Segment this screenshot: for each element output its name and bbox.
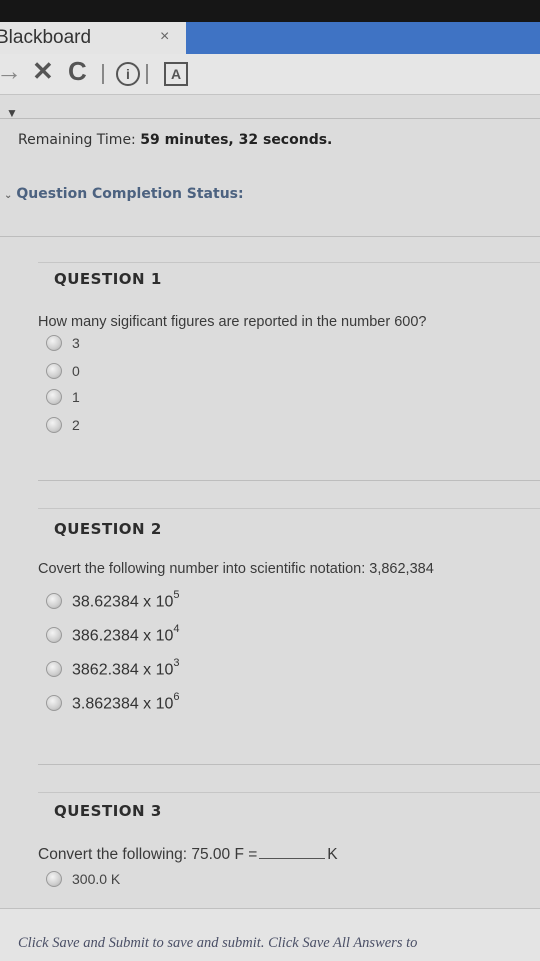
radio-button[interactable] xyxy=(46,871,62,887)
question-3-text: Convert the following: 75.00 F = K xyxy=(38,846,338,864)
option-label: 2 xyxy=(72,417,80,433)
answer-blank xyxy=(259,846,326,859)
question-1-title: QUESTION 1 xyxy=(54,270,162,288)
radio-button[interactable] xyxy=(46,695,62,711)
question-3-unit: K xyxy=(327,846,338,863)
question-1-option[interactable]: 3 xyxy=(46,332,80,354)
completion-status-toggle[interactable]: ⌄ Question Completion Status: xyxy=(4,186,244,202)
question-2-text: Covert the following number into scienti… xyxy=(38,561,434,577)
browser-toolbar: → ✕ C i A xyxy=(0,54,540,95)
radio-button[interactable] xyxy=(46,335,62,351)
question-2-option[interactable]: 3862.384 x 103 xyxy=(46,656,180,680)
option-label: 386.2384 x 104 xyxy=(72,622,180,645)
reload-icon[interactable]: C xyxy=(68,56,87,87)
remaining-time: Remaining Time: 59 minutes, 32 seconds. xyxy=(18,132,332,148)
completion-status-label: Question Completion Status: xyxy=(16,186,244,202)
question-2-option[interactable]: 38.62384 x 105 xyxy=(46,588,180,612)
question-2-option[interactable]: 386.2384 x 104 xyxy=(46,622,180,646)
radio-button[interactable] xyxy=(46,417,62,433)
question-1-text: How many sigificant figures are reported… xyxy=(38,314,427,330)
submit-instructions-bar: Click Save and Submit to save and submit… xyxy=(0,908,540,961)
option-label: 3862.384 x 103 xyxy=(72,656,180,679)
submit-instructions: Click Save and Submit to save and submit… xyxy=(18,935,418,951)
question-2-option[interactable]: 3.862384 x 106 xyxy=(46,690,180,714)
option-label: 300.0 K xyxy=(72,871,121,887)
divider xyxy=(38,764,540,765)
question-3-prompt: Convert the following: 75.00 F = xyxy=(38,846,258,863)
divider xyxy=(0,236,540,237)
divider xyxy=(38,480,540,481)
question-2-box xyxy=(38,508,540,509)
question-1-option[interactable]: 1 xyxy=(46,386,80,408)
toolbar-divider xyxy=(102,64,104,84)
tab-close-icon[interactable]: × xyxy=(160,28,169,46)
chevron-down-icon: ⌄ xyxy=(4,190,13,201)
question-3-title: QUESTION 3 xyxy=(54,802,162,820)
question-2-title: QUESTION 2 xyxy=(54,520,162,538)
question-1-box xyxy=(38,262,540,263)
tab-title: Blackboard xyxy=(0,27,92,48)
radio-button[interactable] xyxy=(46,627,62,643)
question-3-option[interactable]: 300.0 K xyxy=(46,868,120,890)
radio-button[interactable] xyxy=(46,363,62,379)
option-label: 3 xyxy=(72,335,80,351)
radio-button[interactable] xyxy=(46,593,62,609)
remaining-time-label: Remaining Time: xyxy=(18,132,136,148)
screen-bezel xyxy=(0,0,540,22)
forward-icon[interactable]: → xyxy=(0,56,22,87)
browser-tab[interactable]: Blackboard × xyxy=(0,22,186,55)
info-icon[interactable]: i xyxy=(116,62,140,86)
extension-icon[interactable]: A xyxy=(164,62,188,86)
radio-button[interactable] xyxy=(46,389,62,405)
question-1-option[interactable]: 2 xyxy=(46,414,80,436)
tab-strip xyxy=(186,22,540,54)
option-label: 0 xyxy=(72,363,80,379)
option-label: 3.862384 x 106 xyxy=(72,690,180,713)
toolbar-divider xyxy=(146,64,148,84)
stop-icon[interactable]: ✕ xyxy=(32,56,54,87)
divider xyxy=(0,118,540,119)
option-label: 38.62384 x 105 xyxy=(72,588,180,611)
radio-button[interactable] xyxy=(46,661,62,677)
option-label: 1 xyxy=(72,389,80,405)
question-3-box xyxy=(38,792,540,793)
remaining-time-value: 59 minutes, 32 seconds. xyxy=(140,132,333,148)
question-1-option[interactable]: 0 xyxy=(46,360,80,382)
